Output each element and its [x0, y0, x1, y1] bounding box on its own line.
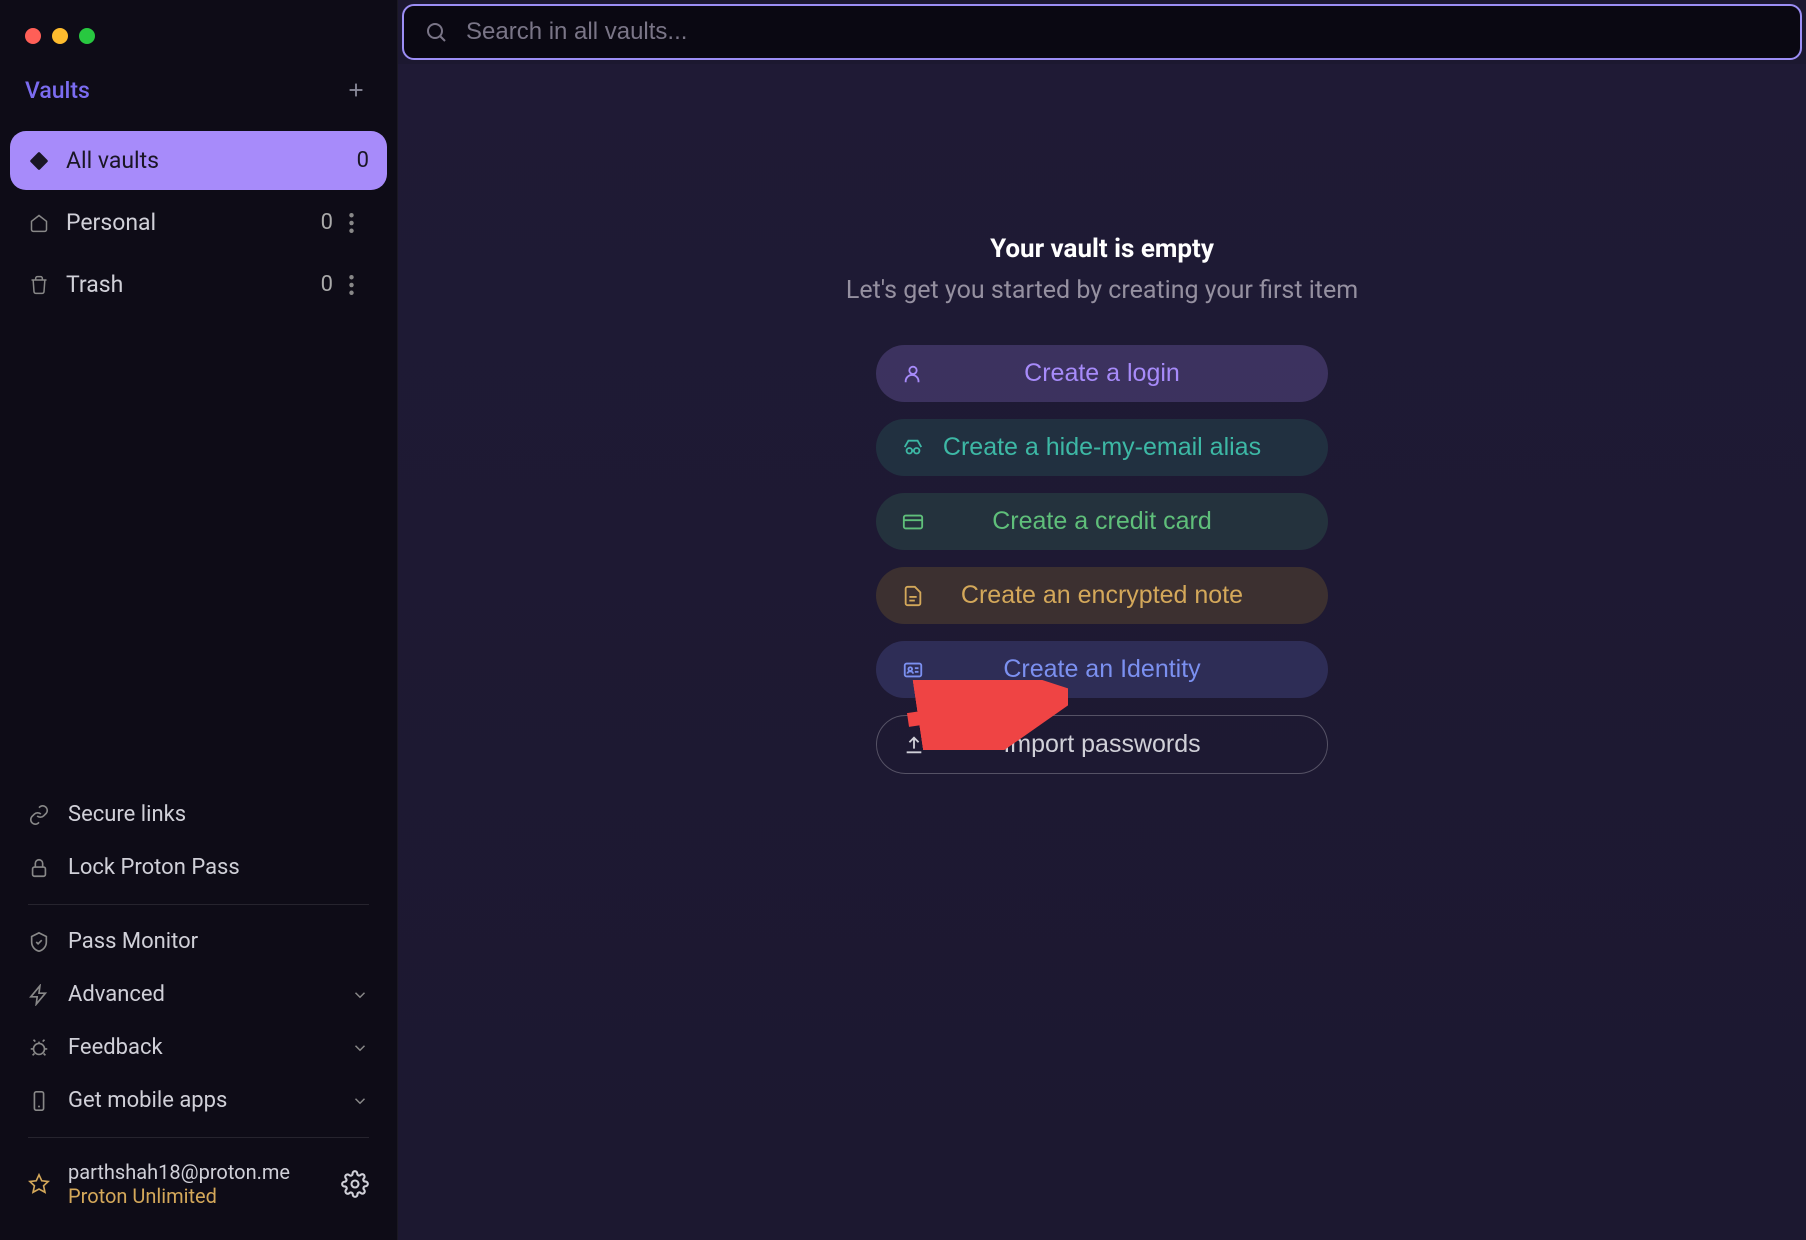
divider	[28, 1137, 369, 1138]
sidebar-item-lock[interactable]: Lock Proton Pass	[10, 841, 387, 894]
vault-more-button[interactable]	[349, 275, 369, 295]
close-window-button[interactable]	[25, 28, 41, 44]
sidebar-item-trash[interactable]: Trash 0	[10, 255, 387, 314]
chevron-down-icon	[351, 1092, 369, 1110]
sidebar-item-personal[interactable]: Personal 0	[10, 193, 387, 252]
vault-item-count: 0	[321, 210, 333, 235]
button-label: Create a login	[906, 359, 1298, 388]
button-label: Create an encrypted note	[906, 581, 1298, 610]
create-login-button[interactable]: Create a login	[876, 345, 1328, 402]
account-plan: Proton Unlimited	[68, 1184, 323, 1208]
empty-title: Your vault is empty	[990, 234, 1214, 264]
plus-icon	[345, 79, 367, 101]
window-controls	[0, 20, 397, 74]
sidebar-item-feedback[interactable]: Feedback	[10, 1021, 387, 1074]
chevron-down-icon	[351, 1039, 369, 1057]
empty-subtitle: Let's get you started by creating your f…	[846, 276, 1358, 305]
more-icon	[349, 275, 354, 295]
sidebar: Vaults All vaults 0 Personal 0	[0, 0, 398, 1240]
user-icon	[902, 363, 924, 385]
nav-label: Pass Monitor	[68, 929, 369, 954]
divider	[28, 904, 369, 905]
sidebar-item-mobile-apps[interactable]: Get mobile apps	[10, 1074, 387, 1127]
vault-item-label: All vaults	[66, 147, 341, 174]
identity-icon	[902, 659, 924, 681]
vault-list: All vaults 0 Personal 0 Trash 0	[0, 131, 397, 317]
nav-label: Secure links	[68, 802, 369, 827]
settings-button[interactable]	[341, 1170, 369, 1198]
credit-card-icon	[902, 511, 924, 533]
account-info[interactable]: parthshah18@proton.me Proton Unlimited	[68, 1160, 323, 1208]
nav-label: Feedback	[68, 1035, 333, 1060]
vaults-title: Vaults	[25, 77, 90, 104]
main-content: Your vault is empty Let's get you starte…	[398, 0, 1806, 1240]
vault-item-label: Personal	[66, 209, 305, 236]
lightning-icon	[28, 984, 50, 1006]
all-vaults-icon	[28, 150, 50, 172]
more-icon	[349, 213, 354, 233]
lock-icon	[28, 857, 50, 879]
gear-icon	[341, 1170, 369, 1198]
maximize-window-button[interactable]	[79, 28, 95, 44]
annotation-arrow	[898, 680, 1068, 750]
note-icon	[902, 585, 924, 607]
sidebar-item-all-vaults[interactable]: All vaults 0	[10, 131, 387, 190]
sidebar-item-pass-monitor[interactable]: Pass Monitor	[10, 915, 387, 968]
create-note-button[interactable]: Create an encrypted note	[876, 567, 1328, 624]
trash-icon	[28, 274, 50, 296]
star-icon	[28, 1173, 50, 1195]
create-card-button[interactable]: Create a credit card	[876, 493, 1328, 550]
link-icon	[28, 804, 50, 826]
account-row: parthshah18@proton.me Proton Unlimited	[10, 1148, 387, 1220]
button-label: Create a credit card	[906, 507, 1298, 536]
vaults-header: Vaults	[0, 74, 397, 131]
nav-label: Lock Proton Pass	[68, 855, 369, 880]
button-label: Create a hide-my-email alias	[906, 433, 1298, 462]
nav-label: Get mobile apps	[68, 1088, 333, 1113]
create-alias-button[interactable]: Create a hide-my-email alias	[876, 419, 1328, 476]
vault-more-button[interactable]	[349, 213, 369, 233]
search-bar[interactable]	[402, 4, 1802, 60]
alias-icon	[902, 437, 924, 459]
empty-state: Your vault is empty Let's get you starte…	[398, 64, 1806, 1240]
add-vault-button[interactable]	[340, 74, 372, 106]
vault-item-label: Trash	[66, 271, 305, 298]
sidebar-item-secure-links[interactable]: Secure links	[10, 788, 387, 841]
bug-icon	[28, 1037, 50, 1059]
chevron-down-icon	[351, 986, 369, 1004]
account-email: parthshah18@proton.me	[68, 1160, 323, 1184]
shield-icon	[28, 931, 50, 953]
sidebar-item-advanced[interactable]: Advanced	[10, 968, 387, 1021]
vault-item-count: 0	[357, 148, 369, 173]
mobile-icon	[28, 1090, 50, 1112]
search-input[interactable]	[466, 18, 1780, 46]
sidebar-bottom: Secure links Lock Proton Pass Pass Monit…	[0, 788, 397, 1220]
vault-item-count: 0	[321, 272, 333, 297]
search-container	[398, 0, 1806, 64]
nav-label: Advanced	[68, 982, 333, 1007]
minimize-window-button[interactable]	[52, 28, 68, 44]
home-icon	[28, 212, 50, 234]
search-icon	[424, 20, 448, 44]
